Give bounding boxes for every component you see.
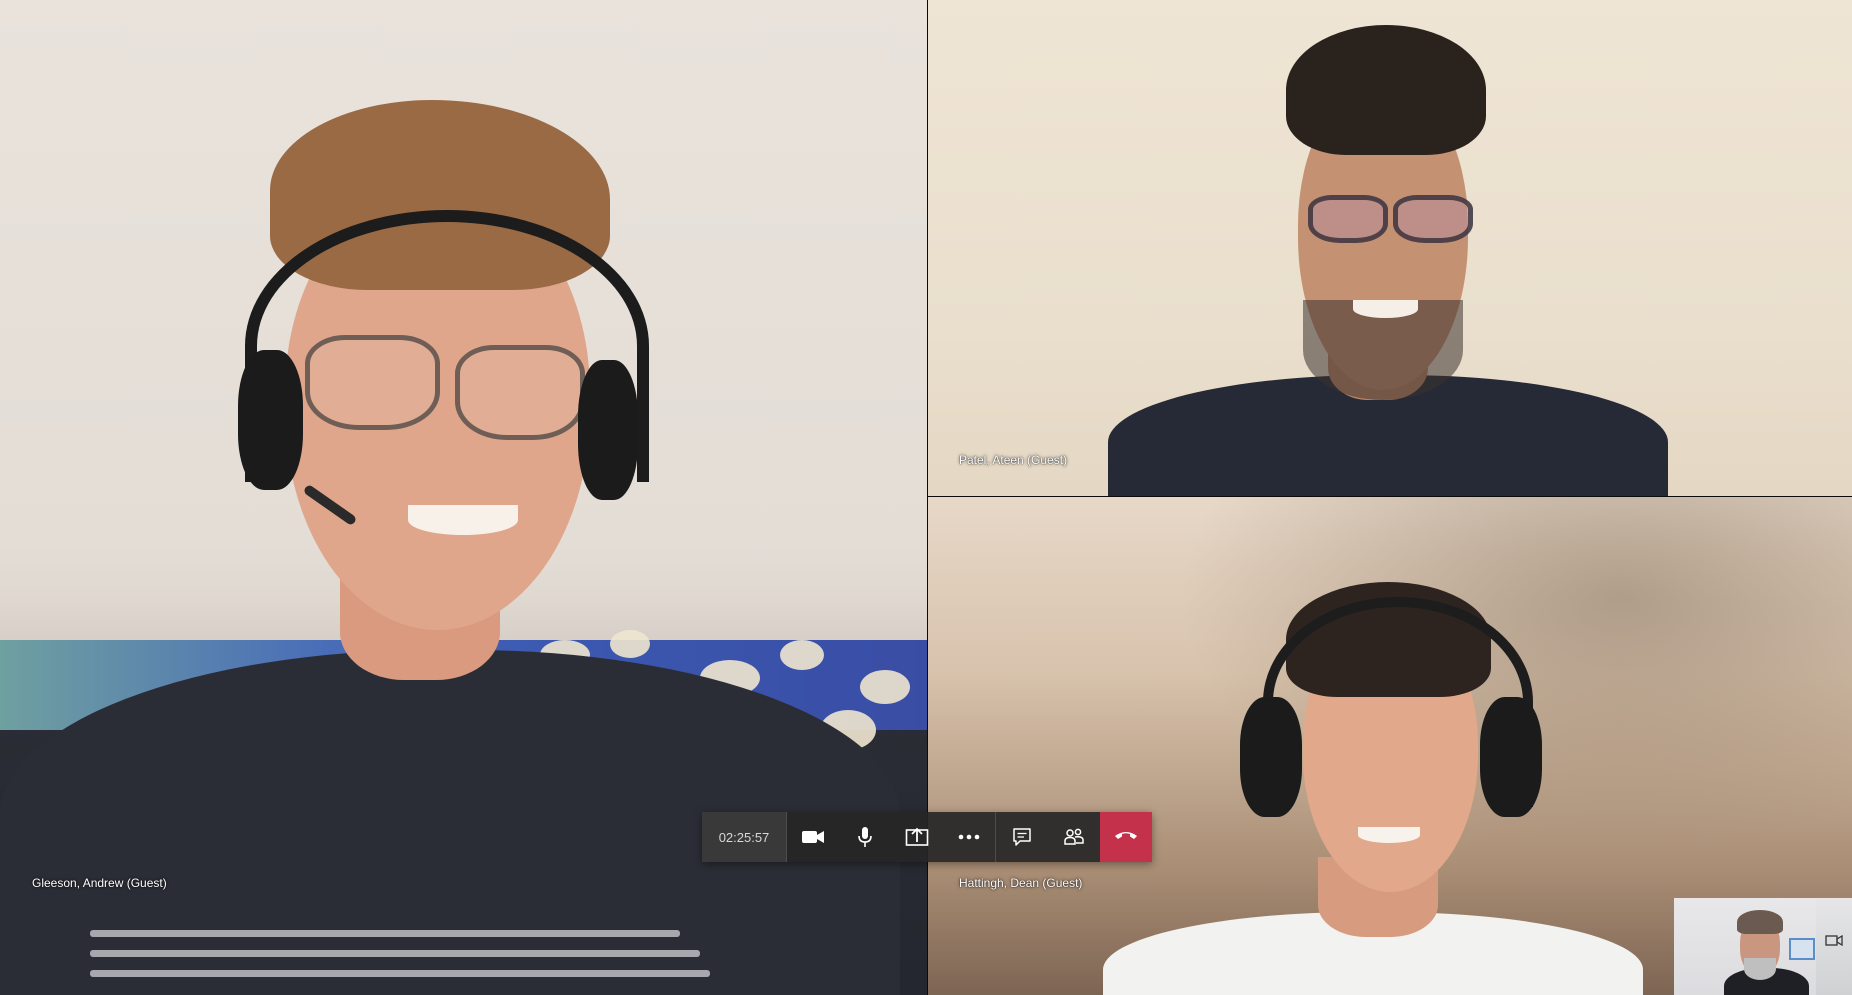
participant-figure (928, 0, 1852, 496)
participant-name: Hattingh, Dean (Guest) (959, 876, 1083, 890)
more-options-button[interactable] (943, 812, 995, 862)
microphone-toggle-button[interactable] (839, 812, 891, 862)
microphone-icon (857, 826, 873, 848)
self-preview-video[interactable] (1674, 898, 1816, 995)
hang-up-button[interactable] (1100, 812, 1152, 862)
participants-button[interactable] (1048, 812, 1100, 862)
camera-icon (801, 829, 825, 845)
participants-icon (1063, 827, 1085, 847)
more-options-icon (958, 834, 980, 840)
self-preview-side-panel (1816, 898, 1852, 995)
meeting-stage: Gleeson, Andrew (Guest) Patel, Ateen (Gu… (0, 0, 1852, 995)
camera-toggle-button[interactable] (787, 812, 839, 862)
participant-name: Patel, Ateen (Guest) (959, 453, 1068, 467)
video-tile-patel[interactable]: Patel, Ateen (Guest) (928, 0, 1852, 496)
call-duration-timer: 02:25:57 (702, 812, 787, 862)
participant-name: Gleeson, Andrew (Guest) (32, 876, 167, 890)
chat-button[interactable] (996, 812, 1048, 862)
share-screen-button[interactable] (891, 812, 943, 862)
chat-icon (1012, 827, 1032, 847)
call-control-bar: 02:25:57 (702, 812, 1152, 862)
hang-up-icon (1114, 828, 1138, 846)
video-options-icon[interactable] (1825, 934, 1843, 948)
share-screen-icon (905, 827, 929, 847)
